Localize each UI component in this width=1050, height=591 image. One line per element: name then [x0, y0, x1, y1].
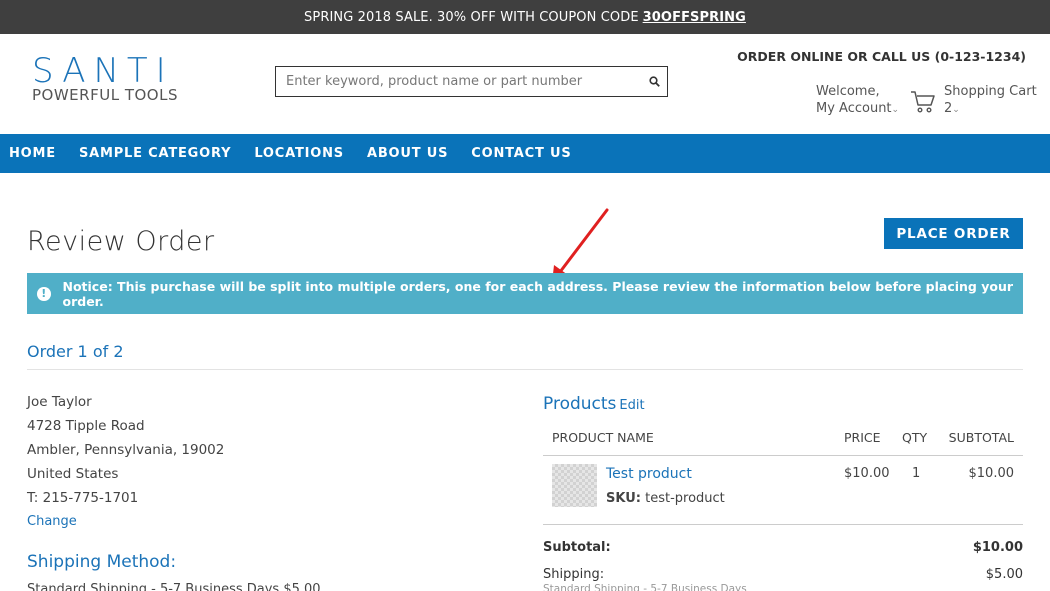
address-name: Joe Taylor — [27, 394, 92, 410]
table-header-row: PRODUCT NAME PRICE QTY SUBTOTAL — [543, 419, 1023, 456]
search-input[interactable] — [276, 67, 641, 96]
table-row: Test product SKU: test-product $10.00 1 … — [543, 456, 1023, 525]
shipping-address: Joe Taylor 4728 Tipple Road Ambler, Penn… — [27, 390, 224, 510]
shipping-method-heading: Shipping Method: — [27, 552, 177, 572]
shipping-note: Standard Shipping - 5-7 Business Days — [543, 583, 747, 591]
products-table: PRODUCT NAME PRICE QTY SUBTOTAL Test pro… — [543, 419, 1023, 525]
chevron-down-icon: ⌄ — [952, 105, 960, 115]
promo-bar: SPRING 2018 SALE. 30% OFF WITH COUPON CO… — [0, 0, 1050, 34]
promo-text: SPRING 2018 SALE. 30% OFF WITH COUPON CO… — [304, 9, 639, 25]
nav-item-sample-category[interactable]: SAMPLE CATEGORY — [79, 146, 231, 161]
call-us-text: ORDER ONLINE OR CALL US (0-123-1234) — [737, 49, 1026, 64]
address-phone: T: 215-775-1701 — [27, 490, 139, 506]
exclamation-icon: ! — [37, 286, 51, 301]
shipping-method-text: Standard Shipping - 5-7 Business Days $5… — [27, 582, 321, 591]
edit-products-link[interactable]: Edit — [619, 398, 644, 413]
product-price: $10.00 — [844, 466, 890, 481]
notice-text: Notice: This purchase will be split into… — [62, 278, 1014, 309]
place-order-button[interactable]: PLACE ORDER — [884, 218, 1023, 249]
account-menu[interactable]: Welcome, My Account⌄ — [816, 83, 899, 119]
divider — [27, 369, 1023, 370]
page-title: Review Order — [27, 226, 215, 257]
shipping-label: Shipping: — [543, 567, 605, 582]
products-heading-label: Products — [543, 394, 617, 414]
split-order-notice: ! Notice: This purchase will be split in… — [27, 273, 1023, 314]
column-header-price: PRICE — [844, 430, 881, 445]
nav-item-home[interactable]: HOME — [9, 146, 56, 161]
product-qty: 1 — [912, 466, 921, 481]
shopping-cart-icon[interactable] — [910, 90, 936, 118]
product-name-link[interactable]: Test product — [606, 466, 692, 482]
main-nav: HOME SAMPLE CATEGORY LOCATIONS ABOUT US … — [0, 134, 1050, 173]
address-city-state-zip: Ambler, Pennsylvania, 19002 — [27, 442, 225, 458]
shipping-value: $5.00 — [985, 567, 1023, 582]
sku-label: SKU: — [606, 491, 641, 506]
order-heading: Order 1 of 2 — [27, 342, 124, 361]
product-sku: SKU: test-product — [606, 491, 725, 506]
subtotal-label: Subtotal: — [543, 540, 611, 555]
my-account-link[interactable]: My Account — [816, 101, 892, 116]
column-header-subtotal: SUBTOTAL — [948, 430, 1014, 445]
logo-main-text: SANTI — [32, 51, 174, 91]
promo-code-link[interactable]: 30OFFSPRING — [643, 10, 746, 25]
product-subtotal: $10.00 — [968, 466, 1015, 481]
address-country: United States — [27, 466, 119, 482]
subtotal-value: $10.00 — [972, 540, 1023, 555]
address-street: 4728 Tipple Road — [27, 418, 145, 434]
site-logo[interactable]: SANTI POWERFUL TOOLS — [32, 54, 178, 104]
nav-item-about-us[interactable]: ABOUT US — [367, 146, 448, 161]
change-address-link[interactable]: Change — [27, 514, 77, 529]
column-header-qty: QTY — [902, 430, 928, 445]
product-thumbnail[interactable] — [552, 464, 597, 507]
chevron-down-icon: ⌄ — [891, 105, 900, 115]
shopping-cart-link[interactable]: Shopping Cart 2⌄ — [944, 83, 1037, 119]
search-icon[interactable] — [641, 67, 667, 96]
products-heading: Products Edit — [543, 394, 645, 414]
column-header-product-name: PRODUCT NAME — [552, 430, 654, 445]
nav-item-contact-us[interactable]: CONTACT US — [471, 146, 571, 161]
cart-label: Shopping Cart — [944, 84, 1037, 99]
welcome-text: Welcome, — [816, 84, 880, 99]
search-box — [275, 66, 668, 97]
nav-item-locations[interactable]: LOCATIONS — [254, 146, 344, 161]
logo-sub-text: POWERFUL TOOLS — [32, 86, 178, 104]
sku-value: test-product — [645, 491, 725, 506]
